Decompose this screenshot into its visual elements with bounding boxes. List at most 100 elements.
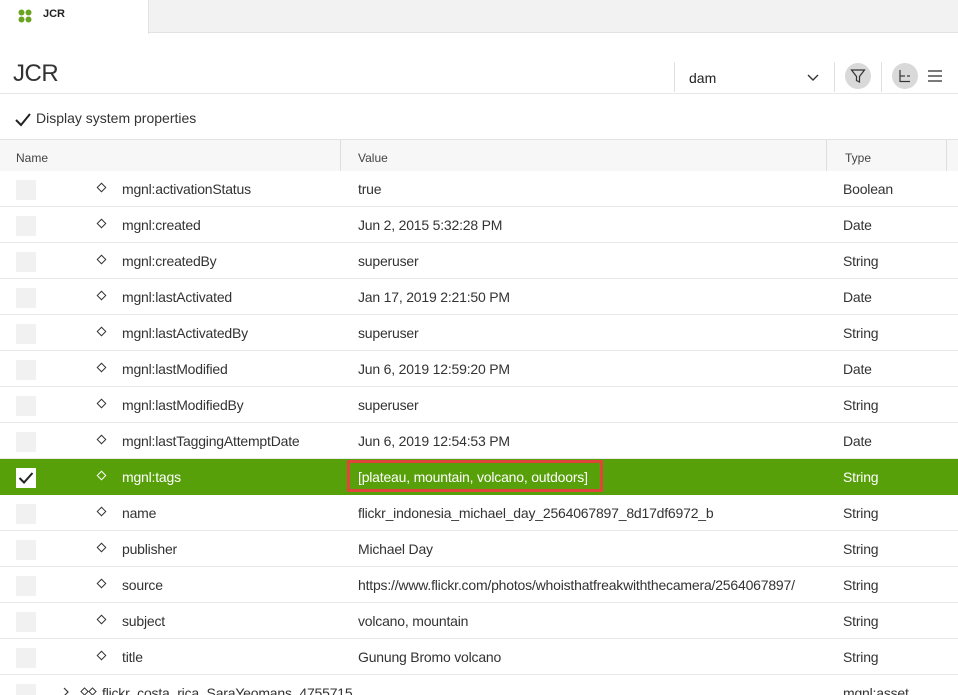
- property-value[interactable]: superuser: [358, 253, 419, 269]
- property-value[interactable]: Jun 6, 2019 12:59:20 PM: [358, 361, 510, 377]
- tree-view-button[interactable]: [892, 63, 918, 89]
- property-icon: [96, 578, 107, 589]
- tab-jcr[interactable]: JCR: [0, 0, 149, 34]
- row-checkbox[interactable]: [16, 180, 36, 200]
- grid-header: Name Value Type: [0, 139, 958, 175]
- table-row[interactable]: name flickr_indonesia_michael_day_256406…: [0, 495, 958, 531]
- row-checkbox[interactable]: [16, 324, 36, 344]
- property-value[interactable]: superuser: [358, 397, 419, 413]
- row-checkbox[interactable]: [16, 648, 36, 668]
- property-value[interactable]: superuser: [358, 325, 419, 341]
- table-row[interactable]: mgnl:activationStatus true Boolean: [0, 171, 958, 207]
- column-resize-handle[interactable]: [946, 140, 947, 175]
- row-checkbox[interactable]: [16, 468, 36, 488]
- row-checkbox[interactable]: [16, 576, 36, 596]
- property-name: mgnl:lastTaggingAttemptDate: [122, 433, 300, 449]
- property-value[interactable]: flickr_indonesia_michael_day_2564067897_…: [358, 505, 714, 521]
- property-type: String: [843, 469, 879, 485]
- checkmark-icon: [15, 113, 31, 127]
- row-checkbox[interactable]: [16, 360, 36, 380]
- property-name: mgnl:created: [122, 217, 201, 233]
- property-value[interactable]: true: [358, 181, 382, 197]
- property-type: Date: [843, 289, 872, 305]
- property-icon: [96, 434, 107, 445]
- list-view-icon[interactable]: [927, 69, 943, 83]
- property-name: mgnl:lastActivatedBy: [122, 325, 248, 341]
- column-resize-handle[interactable]: [826, 140, 827, 175]
- table-row-selected[interactable]: mgnl:tags [plateau, mountain, volcano, o…: [0, 459, 958, 495]
- property-icon: [96, 362, 107, 373]
- column-resize-handle[interactable]: [340, 140, 341, 175]
- filter-button[interactable]: [845, 63, 871, 89]
- table-row[interactable]: mgnl:createdBy superuser String: [0, 243, 958, 279]
- property-type: String: [843, 613, 879, 629]
- property-icon: [96, 326, 107, 337]
- table-row[interactable]: publisher Michael Day String: [0, 531, 958, 567]
- page-title: JCR: [13, 60, 59, 87]
- row-checkbox[interactable]: [16, 504, 36, 524]
- property-name: mgnl:tags: [122, 469, 181, 485]
- property-name: source: [122, 577, 163, 593]
- property-type: Date: [843, 361, 872, 377]
- property-type: String: [843, 397, 879, 413]
- table-row[interactable]: source https://www.flickr.com/photos/who…: [0, 567, 958, 603]
- property-value[interactable]: Michael Day: [358, 541, 433, 557]
- property-type: String: [843, 253, 879, 269]
- property-icon: [96, 506, 107, 517]
- property-value[interactable]: https://www.flickr.com/photos/whoisthatf…: [358, 577, 795, 593]
- chevron-right-icon[interactable]: [62, 687, 70, 695]
- table-row[interactable]: mgnl:lastTaggingAttemptDate Jun 6, 2019 …: [0, 423, 958, 459]
- property-icon: [96, 290, 107, 301]
- checkmark-icon: [18, 472, 34, 484]
- property-icon: [96, 182, 107, 193]
- property-type: Boolean: [843, 181, 893, 197]
- table-row[interactable]: mgnl:lastActivatedBy superuser String: [0, 315, 958, 351]
- node-name: flickr_costa_rica_SaraYeomans_4755715: [102, 685, 353, 695]
- property-value[interactable]: Jun 2, 2015 5:32:28 PM: [358, 217, 502, 233]
- workspace-value: dam: [689, 70, 717, 86]
- property-type: Date: [843, 217, 872, 233]
- property-icon: [96, 650, 107, 661]
- property-value[interactable]: [plateau, mountain, volcano, outdoors]: [358, 469, 588, 485]
- table-row[interactable]: mgnl:lastActivated Jan 17, 2019 2:21:50 …: [0, 279, 958, 315]
- property-value[interactable]: Jan 17, 2019 2:21:50 PM: [358, 289, 510, 305]
- header-separator: [674, 62, 675, 92]
- property-type: Date: [843, 433, 872, 449]
- row-checkbox[interactable]: [16, 432, 36, 452]
- row-checkbox[interactable]: [16, 396, 36, 416]
- property-name: mgnl:lastModifiedBy: [122, 397, 244, 413]
- property-type: String: [843, 505, 879, 521]
- property-name: mgnl:lastModified: [122, 361, 228, 377]
- property-value[interactable]: Jun 6, 2019 12:54:53 PM: [358, 433, 510, 449]
- property-icon: [96, 470, 107, 481]
- tab-label: JCR: [43, 8, 66, 20]
- tree-view-icon: [899, 70, 910, 83]
- property-value[interactable]: Gunung Bromo volcano: [358, 649, 501, 665]
- header-separator: [881, 62, 882, 92]
- table-row[interactable]: mgnl:lastModified Jun 6, 2019 12:59:20 P…: [0, 351, 958, 387]
- column-header-type[interactable]: Type: [845, 151, 871, 165]
- workspace-select[interactable]: dam: [689, 66, 821, 90]
- row-checkbox[interactable]: [16, 252, 36, 272]
- table-row[interactable]: title Gunung Bromo volcano String: [0, 639, 958, 675]
- property-value[interactable]: volcano, mountain: [358, 613, 468, 629]
- table-row[interactable]: mgnl:lastModifiedBy superuser String: [0, 387, 958, 423]
- table-row[interactable]: subject volcano, mountain String: [0, 603, 958, 639]
- row-checkbox[interactable]: [16, 288, 36, 308]
- property-name: mgnl:createdBy: [122, 253, 217, 269]
- chevron-down-icon: [807, 74, 819, 81]
- row-checkbox[interactable]: [16, 684, 36, 695]
- property-type: String: [843, 577, 879, 593]
- property-icon: [96, 254, 107, 265]
- column-header-value[interactable]: Value: [358, 151, 388, 165]
- column-header-name[interactable]: Name: [16, 151, 48, 165]
- table-row[interactable]: flickr_costa_rica_SaraYeomans_4755715 mg…: [0, 675, 958, 695]
- row-checkbox[interactable]: [16, 540, 36, 560]
- row-checkbox[interactable]: [16, 216, 36, 236]
- property-name: title: [122, 649, 143, 665]
- property-icon: [96, 218, 107, 229]
- row-checkbox[interactable]: [16, 612, 36, 632]
- property-name: subject: [122, 613, 165, 629]
- table-row[interactable]: mgnl:created Jun 2, 2015 5:32:28 PM Date: [0, 207, 958, 243]
- property-type: String: [843, 541, 879, 557]
